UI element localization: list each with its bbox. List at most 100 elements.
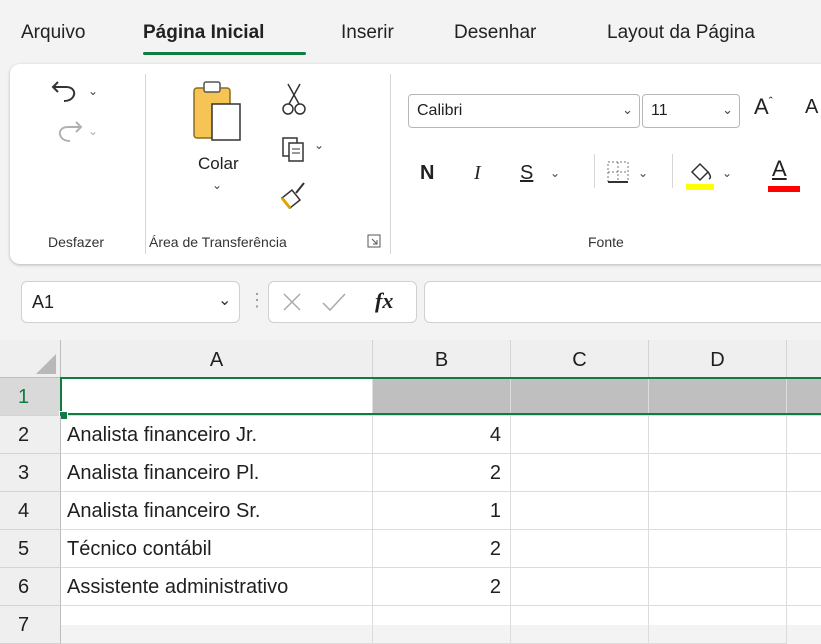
- cell-d2[interactable]: [649, 416, 787, 454]
- cell-a5[interactable]: Técnico contábil: [61, 530, 373, 568]
- cell-e4[interactable]: [787, 492, 821, 530]
- copy-dropdown-icon[interactable]: ⌄: [314, 138, 324, 152]
- increase-font-size-button[interactable]: Aˆ: [754, 94, 773, 120]
- undo-dropdown-icon[interactable]: ⌄: [88, 84, 98, 98]
- tab-arquivo[interactable]: Arquivo: [21, 22, 85, 44]
- column-header-d[interactable]: D: [649, 340, 787, 378]
- paint-bucket-icon: [686, 162, 714, 194]
- paste-button[interactable]: Colar ⌄: [190, 78, 252, 192]
- borders-dropdown-icon[interactable]: ⌄: [638, 166, 648, 180]
- more-options-icon: ⋮: [248, 290, 266, 310]
- row-header[interactable]: 6: [0, 568, 61, 606]
- underline-dropdown-icon[interactable]: ⌄: [550, 166, 560, 180]
- select-all-corner[interactable]: [0, 340, 61, 378]
- cancel-icon[interactable]: [281, 290, 303, 319]
- redo-icon: [50, 121, 84, 148]
- column-header-b[interactable]: B: [373, 340, 511, 378]
- tab-inserir[interactable]: Inserir: [341, 22, 394, 44]
- font-name-select[interactable]: Calibri ⌄: [408, 94, 640, 128]
- cell-e3[interactable]: [787, 454, 821, 492]
- cell-c4[interactable]: [511, 492, 649, 530]
- name-box[interactable]: A1 ⌄: [21, 281, 240, 323]
- tab-desenhar[interactable]: Desenhar: [454, 22, 536, 44]
- row-header[interactable]: 7: [0, 606, 61, 644]
- ribbon: ⌄ ⌄ Desfazer Colar ⌄ ⌄ Área de Transferê…: [10, 64, 821, 264]
- insert-function-button[interactable]: fx: [375, 288, 393, 314]
- clipboard-dialog-launcher-icon[interactable]: [367, 234, 381, 253]
- cell-c6[interactable]: [511, 568, 649, 606]
- column-header-e[interactable]: [787, 340, 821, 378]
- cell-d3[interactable]: [649, 454, 787, 492]
- row-header[interactable]: 5: [0, 530, 61, 568]
- cut-button[interactable]: [282, 82, 306, 121]
- cell-a2[interactable]: Analista financeiro Jr.: [61, 416, 373, 454]
- enter-check-icon[interactable]: [321, 290, 347, 319]
- cell-d7[interactable]: [649, 606, 787, 644]
- cell-a6[interactable]: Assistente administrativo: [61, 568, 373, 606]
- cell-b2[interactable]: 4: [373, 416, 511, 454]
- column-header-c[interactable]: C: [511, 340, 649, 378]
- format-painter-button[interactable]: [278, 180, 308, 215]
- cell-b4[interactable]: 1: [373, 492, 511, 530]
- fill-color-dropdown-icon[interactable]: ⌄: [722, 166, 732, 180]
- borders-button[interactable]: [606, 160, 630, 189]
- cell-b7[interactable]: [373, 606, 511, 644]
- decrease-font-size-button[interactable]: A: [805, 96, 818, 119]
- undo-button[interactable]: ⌄: [50, 76, 98, 109]
- fill-color-button[interactable]: [686, 158, 714, 195]
- row-header[interactable]: 4: [0, 492, 61, 530]
- font-name-value: Calibri: [417, 102, 463, 119]
- redo-dropdown-icon[interactable]: ⌄: [88, 124, 98, 138]
- cell-d4[interactable]: [649, 492, 787, 530]
- paste-dropdown-icon[interactable]: ⌄: [212, 178, 222, 192]
- column-header-a[interactable]: A: [61, 340, 373, 378]
- cell-b5[interactable]: 2: [373, 530, 511, 568]
- font-color-swatch: [768, 186, 800, 192]
- copy-button[interactable]: ⌄: [280, 136, 324, 169]
- borders-icon: [606, 161, 630, 188]
- paste-label: Colar: [198, 154, 239, 173]
- cell-d6[interactable]: [649, 568, 787, 606]
- bold-button[interactable]: N: [420, 162, 434, 185]
- cell-b6[interactable]: 2: [373, 568, 511, 606]
- row-header[interactable]: 1: [0, 378, 61, 416]
- copy-icon: [280, 137, 308, 168]
- cell-e5[interactable]: [787, 530, 821, 568]
- cell-c3[interactable]: [511, 454, 649, 492]
- underline-button[interactable]: S: [520, 162, 533, 185]
- cell-e2[interactable]: [787, 416, 821, 454]
- group-divider: [145, 74, 146, 254]
- format-painter-icon: [278, 182, 308, 214]
- cell-a4[interactable]: Analista financeiro Sr.: [61, 492, 373, 530]
- spreadsheet-grid: A B C D 1 2 Analista financeiro Jr. 4 3 …: [0, 340, 821, 644]
- tab-pagina-inicial[interactable]: Página Inicial: [143, 22, 264, 44]
- group-divider: [390, 74, 391, 254]
- chevron-down-icon[interactable]: ⌄: [218, 290, 231, 310]
- name-box-value: A1: [32, 292, 55, 312]
- font-group-label: Fonte: [588, 234, 624, 250]
- cell-c7[interactable]: [511, 606, 649, 644]
- cell-a3[interactable]: Analista financeiro Pl.: [61, 454, 373, 492]
- paste-icon: [190, 81, 252, 152]
- font-color-letter: A: [772, 156, 787, 181]
- ribbon-tabs: Arquivo Página Inicial Inserir Desenhar …: [0, 0, 821, 64]
- cell-a7[interactable]: [61, 606, 373, 644]
- italic-button[interactable]: I: [474, 162, 481, 185]
- font-color-button[interactable]: A: [768, 156, 800, 192]
- cell-e6[interactable]: [787, 568, 821, 606]
- cell-c5[interactable]: [511, 530, 649, 568]
- chevron-down-icon: ⌄: [622, 102, 633, 117]
- cell-b3[interactable]: 2: [373, 454, 511, 492]
- undo-icon: [50, 81, 84, 108]
- formula-input[interactable]: [424, 281, 821, 323]
- formula-controls: fx: [268, 281, 417, 323]
- group-divider: [594, 154, 595, 188]
- row-header[interactable]: 3: [0, 454, 61, 492]
- cell-d5[interactable]: [649, 530, 787, 568]
- redo-button[interactable]: ⌄: [50, 116, 98, 149]
- font-size-select[interactable]: 11 ⌄: [642, 94, 740, 128]
- tab-layout-da-pagina[interactable]: Layout da Página: [607, 22, 755, 44]
- row-header[interactable]: 2: [0, 416, 61, 454]
- cell-c2[interactable]: [511, 416, 649, 454]
- group-divider: [672, 154, 673, 188]
